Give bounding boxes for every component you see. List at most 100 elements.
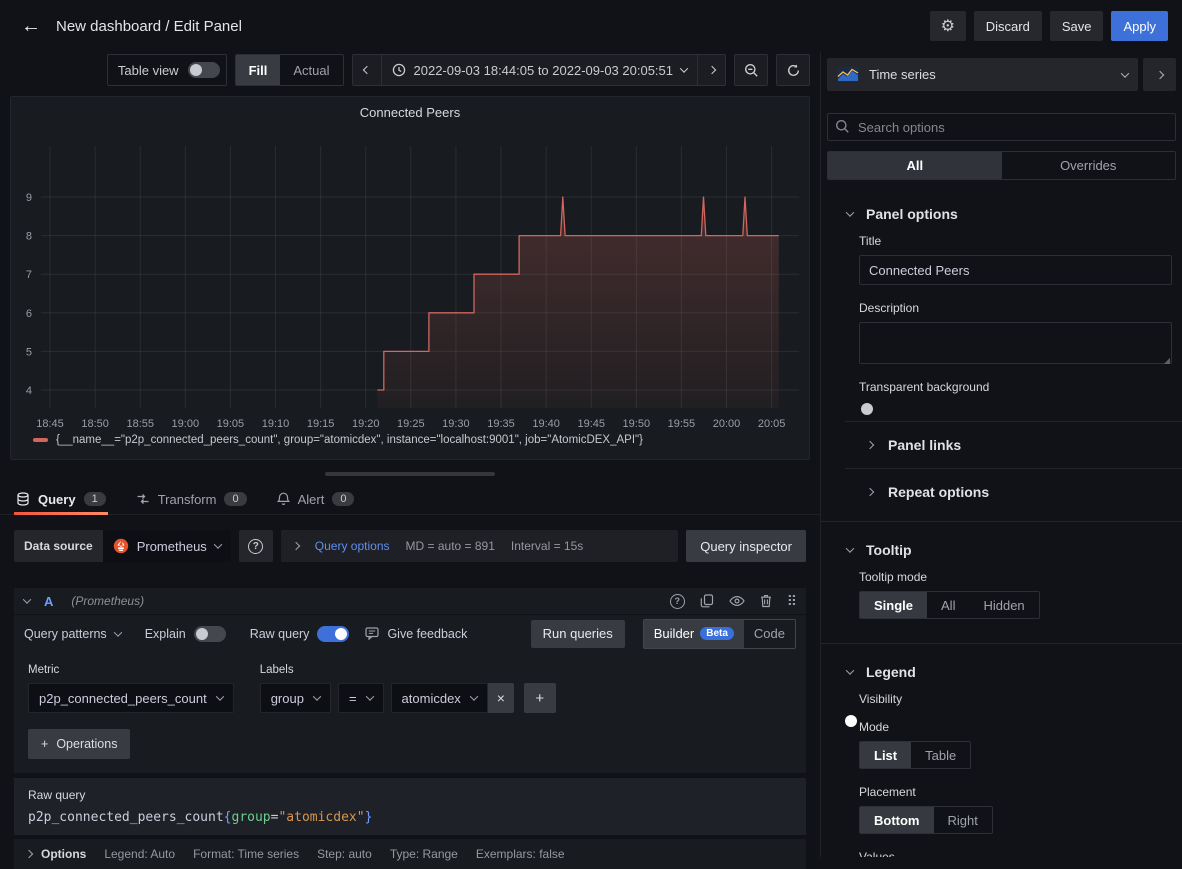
- explain-toggle[interactable]: [194, 626, 226, 642]
- give-feedback-link[interactable]: Give feedback: [387, 627, 467, 641]
- code-label-name: group: [232, 810, 271, 825]
- repeat-options-label: Repeat options: [888, 484, 989, 500]
- run-queries-button[interactable]: Run queries: [531, 620, 625, 648]
- query-inspector-button[interactable]: Query inspector: [686, 530, 806, 562]
- collapse-query-icon[interactable]: [23, 595, 31, 603]
- label-operator-select[interactable]: =: [338, 683, 384, 713]
- code-metric: p2p_connected_peers_count: [28, 810, 224, 825]
- panel-settings-button[interactable]: ⚙: [930, 11, 966, 41]
- tooltip-mode-hidden[interactable]: Hidden: [969, 592, 1038, 618]
- chevron-down-icon: [680, 64, 688, 72]
- svg-text:19:50: 19:50: [623, 418, 651, 430]
- builder-option[interactable]: Builder Beta: [644, 620, 744, 648]
- query-patterns-dropdown[interactable]: Query patterns: [24, 627, 121, 641]
- disable-query-eye-icon[interactable]: [729, 595, 745, 607]
- editor-tabs: Query 1 Transform 0 Alert 0: [0, 484, 820, 515]
- panel-title-input[interactable]: [859, 255, 1172, 285]
- metric-label: Metric: [28, 664, 234, 676]
- raw-query-toggle[interactable]: [317, 626, 349, 642]
- visualization-picker[interactable]: Time series: [827, 58, 1138, 91]
- remove-label-button[interactable]: ×: [488, 683, 514, 713]
- zoom-out-button[interactable]: [734, 54, 768, 86]
- svg-text:9: 9: [26, 192, 32, 204]
- time-shift-forward-button[interactable]: [697, 55, 725, 85]
- metric-labels-builder: Metric p2p_connected_peers_count Labels …: [14, 652, 806, 713]
- svg-text:19:10: 19:10: [262, 418, 290, 430]
- datasource-help-button[interactable]: ?: [239, 530, 273, 562]
- svg-text:18:50: 18:50: [81, 418, 109, 430]
- chevron-right-icon: [866, 488, 874, 496]
- label-value-select[interactable]: atomicdex: [391, 683, 488, 713]
- discard-button[interactable]: Discard: [974, 11, 1042, 41]
- options-expander[interactable]: Options: [26, 847, 86, 861]
- svg-text:19:45: 19:45: [577, 418, 605, 430]
- duplicate-query-icon[interactable]: [700, 594, 714, 608]
- svg-text:18:55: 18:55: [126, 418, 154, 430]
- collapse-sidebar-button[interactable]: [1143, 58, 1176, 91]
- legend-placement-bottom[interactable]: Bottom: [860, 807, 934, 833]
- search-options-input[interactable]: [827, 113, 1176, 141]
- svg-text:8: 8: [26, 231, 32, 243]
- svg-text:5: 5: [26, 346, 32, 358]
- datasource-name: Prometheus: [137, 539, 207, 554]
- table-view-label: Table view: [118, 63, 179, 78]
- timeseries-viz-icon: [837, 67, 859, 82]
- panel-options-section-header[interactable]: Panel options: [821, 180, 1182, 234]
- label-name-select[interactable]: group: [260, 683, 331, 713]
- legend-placement-right[interactable]: Right: [934, 807, 992, 833]
- explain-label: Explain: [145, 627, 186, 641]
- tab-alert[interactable]: Alert 0: [277, 484, 355, 514]
- drag-handle-icon[interactable]: ⠿: [787, 593, 796, 610]
- add-operations-button[interactable]: + Operations: [28, 729, 130, 759]
- apply-button[interactable]: Apply: [1111, 11, 1168, 41]
- zoom-out-icon: [744, 63, 759, 78]
- query-options-bar[interactable]: Query options MD = auto = 891 Interval =…: [281, 530, 678, 562]
- tab-transform[interactable]: Transform 0: [136, 484, 247, 514]
- code-label-value: "atomicdex": [278, 810, 364, 825]
- plus-icon: +: [41, 737, 48, 751]
- save-button[interactable]: Save: [1050, 11, 1104, 41]
- back-button[interactable]: ←: [14, 9, 48, 43]
- query-editor-card: A (Prometheus) ? ⠿ Query patterns Explai…: [14, 588, 806, 869]
- timeseries-panel: Connected Peers 98765418:4518:5018:5519:…: [10, 96, 810, 460]
- datasource-label: Data source: [14, 530, 103, 562]
- code-option[interactable]: Code: [744, 620, 795, 648]
- time-shift-back-button[interactable]: [353, 55, 381, 85]
- raw-query-label: Raw query: [28, 788, 792, 802]
- datasource-picker[interactable]: Prometheus: [103, 530, 231, 562]
- svg-text:4: 4: [26, 385, 32, 397]
- legend-visibility-label: Visibility: [859, 692, 1172, 706]
- svg-text:19:20: 19:20: [352, 418, 380, 430]
- panel-links-expander[interactable]: Panel links: [821, 422, 1182, 468]
- legend-label[interactable]: {__name__="p2p_connected_peers_count", g…: [56, 434, 643, 446]
- metric-group: Metric p2p_connected_peers_count: [28, 664, 234, 713]
- legend-section-header[interactable]: Legend: [821, 644, 1182, 692]
- filter-tab-all[interactable]: All: [828, 152, 1002, 179]
- metric-select[interactable]: p2p_connected_peers_count: [28, 683, 234, 713]
- filter-tab-overrides[interactable]: Overrides: [1002, 152, 1176, 179]
- labels-group: Labels group = atomicdex × +: [260, 664, 556, 713]
- legend-mode-table[interactable]: Table: [911, 742, 970, 768]
- tab-query[interactable]: Query 1: [16, 484, 106, 514]
- legend-mode-list[interactable]: List: [860, 742, 911, 768]
- actual-option[interactable]: Actual: [280, 55, 342, 85]
- help-circle-icon: ?: [248, 539, 263, 554]
- tooltip-mode-segment: Single All Hidden: [859, 591, 1040, 619]
- time-range-button[interactable]: 2022-09-03 18:44:05 to 2022-09-03 20:05:…: [381, 55, 698, 85]
- svg-text:7: 7: [26, 269, 32, 281]
- table-view-toggle[interactable]: [188, 62, 220, 78]
- repeat-options-expander[interactable]: Repeat options: [821, 469, 1182, 515]
- legend-mode-segment: List Table: [859, 741, 971, 769]
- description-textarea[interactable]: [859, 322, 1172, 364]
- timeseries-chart[interactable]: 98765418:4518:5018:5519:0019:0519:1019:1…: [11, 120, 809, 432]
- tooltip-mode-all[interactable]: All: [927, 592, 969, 618]
- query-help-icon[interactable]: ?: [670, 594, 685, 609]
- chevron-right-icon: [292, 542, 300, 550]
- fill-option[interactable]: Fill: [236, 55, 281, 85]
- delete-query-trash-icon[interactable]: [760, 594, 772, 608]
- tooltip-section-header[interactable]: Tooltip: [821, 522, 1182, 570]
- panel-resize-handle[interactable]: [325, 472, 495, 476]
- refresh-button[interactable]: [776, 54, 810, 86]
- add-label-button[interactable]: +: [524, 683, 556, 713]
- tooltip-mode-single[interactable]: Single: [860, 592, 927, 618]
